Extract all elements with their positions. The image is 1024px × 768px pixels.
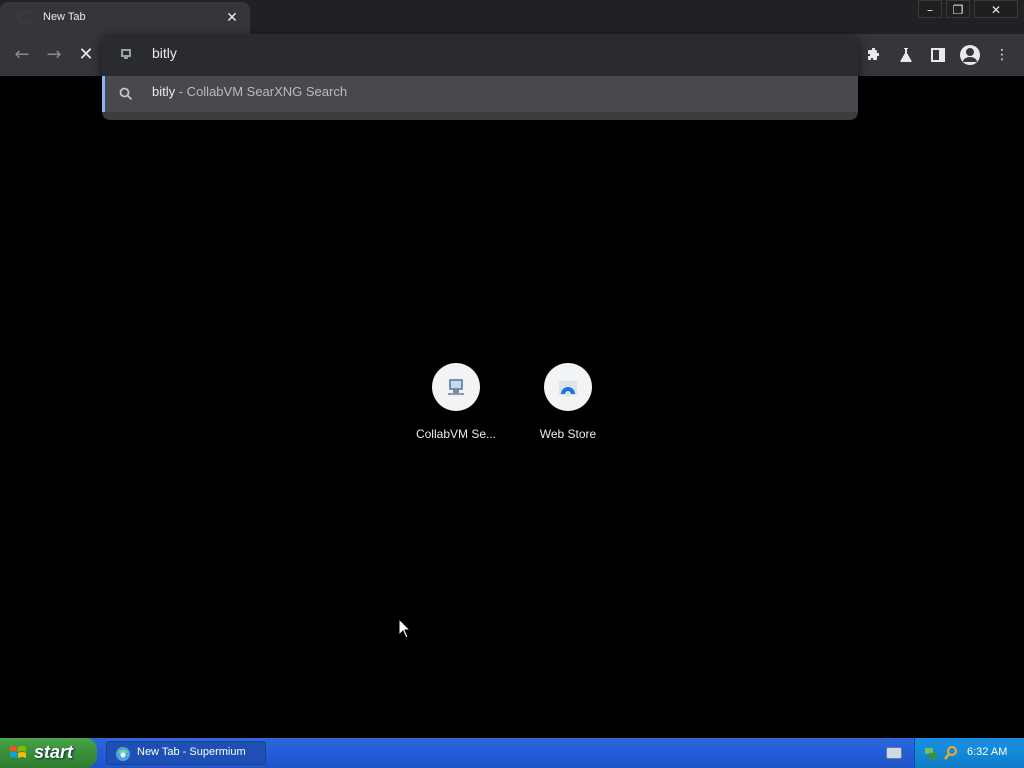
search-tray-icon[interactable] (943, 745, 959, 761)
search-icon (119, 87, 133, 101)
suggestion-highlight (102, 76, 105, 112)
clock: 6:32 AM (967, 746, 1008, 758)
menu-icon[interactable]: ⋮ (990, 43, 1014, 67)
taskbar-item-supermium[interactable]: New Tab - Supermium (106, 741, 266, 765)
omnibox-dropdown: bitly bitly - CollabVM SearXNG Search (102, 34, 858, 120)
window-controls: – ❐ ✕ (918, 0, 1018, 18)
minimize-button[interactable]: – (918, 0, 942, 18)
windows-logo-icon (10, 746, 26, 758)
suggestion-text: bitly - CollabVM SearXNG Search (152, 84, 347, 99)
loading-spinner-icon (18, 11, 32, 25)
tab-title: New Tab (43, 11, 86, 23)
mouse-cursor-icon (398, 618, 412, 639)
shortcut-label: CollabVM Se... (415, 427, 497, 441)
start-button[interactable]: start (0, 738, 97, 768)
search-engine-icon (121, 49, 131, 59)
shortcut-tile (544, 363, 592, 411)
window-close-button[interactable]: ✕ (974, 0, 1018, 18)
shortcut-collabvm[interactable]: CollabVM Se... (400, 363, 512, 451)
screen: New Tab ✕ – ❐ ✕ ← → ✕ ⋮ bitly bitly - Co… (0, 0, 1024, 768)
web-store-icon (559, 381, 577, 397)
suggestion-query: bitly (152, 84, 176, 99)
taskbar-item-label: New Tab - Supermium (137, 746, 246, 758)
shortcut-web-store[interactable]: Web Store (512, 363, 624, 451)
close-icon[interactable]: ✕ (222, 8, 242, 28)
labs-icon[interactable] (894, 43, 918, 67)
shortcut-tile (432, 363, 480, 411)
restore-button[interactable]: ❐ (946, 0, 970, 18)
keyboard-icon[interactable] (886, 747, 902, 759)
shortcut-label: Web Store (539, 427, 597, 441)
collabvm-icon (448, 379, 464, 395)
back-icon[interactable]: ← (10, 43, 34, 67)
browser-icon (116, 747, 130, 761)
profile-icon[interactable] (958, 43, 982, 67)
forward-icon[interactable]: → (42, 43, 66, 67)
network-icon[interactable] (923, 745, 939, 761)
omnibox-suggestion[interactable]: bitly - CollabVM SearXNG Search (102, 76, 858, 112)
side-panel-icon[interactable] (926, 43, 950, 67)
extensions-icon[interactable] (862, 43, 886, 67)
tab-strip: New Tab ✕ – ❐ ✕ (0, 0, 1024, 34)
stop-icon[interactable]: ✕ (74, 43, 98, 67)
tab-new-tab[interactable]: New Tab ✕ (0, 2, 250, 34)
taskbar: start New Tab - Supermium 6:32 AM (0, 738, 1024, 768)
address-input[interactable]: bitly (152, 45, 177, 61)
start-label: start (34, 742, 74, 762)
suggestion-engine: - CollabVM SearXNG Search (175, 84, 348, 99)
system-tray: 6:32 AM (914, 738, 1024, 768)
address-bar[interactable]: bitly (102, 34, 858, 76)
